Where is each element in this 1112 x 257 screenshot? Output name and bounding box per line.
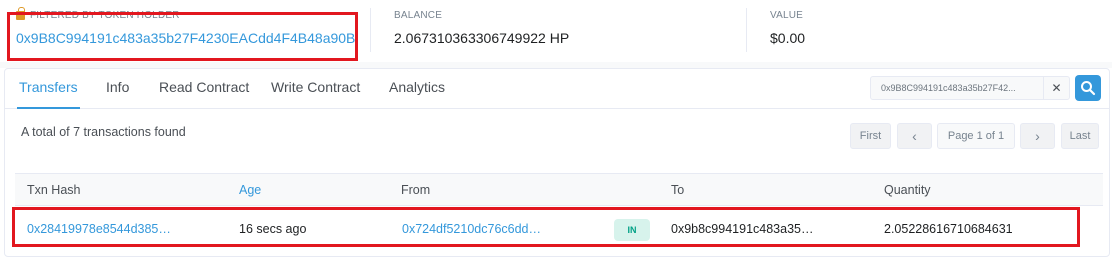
col-txn-hash: Txn Hash — [27, 183, 81, 197]
balance-section: BALANCE 2.067310363306749922 HP — [394, 8, 570, 47]
tab-bar: Transfers Info Read Contract Write Contr… — [5, 69, 1109, 109]
col-from: From — [401, 183, 431, 197]
prev-page-button[interactable]: ‹ — [897, 123, 932, 149]
clear-icon[interactable]: ✕ — [1043, 77, 1069, 99]
highlight-annotation-box — [7, 12, 358, 61]
tab-transfers[interactable]: Transfers — [17, 69, 80, 109]
search-button[interactable] — [1075, 75, 1101, 101]
col-to: To — [671, 183, 685, 197]
tab-write-contract[interactable]: Write Contract — [271, 69, 360, 109]
transactions-count-text: A total of 7 transactions found — [21, 125, 186, 139]
search-box: ✕ — [870, 76, 1070, 100]
balance-label: BALANCE — [394, 9, 443, 21]
value-section: VALUE $0.00 — [770, 8, 806, 47]
value-amount: $0.00 — [770, 30, 806, 46]
search-input[interactable] — [871, 77, 1041, 99]
tab-info[interactable]: Info — [106, 69, 129, 109]
divider — [746, 8, 747, 52]
page-indicator: Page 1 of 1 — [937, 123, 1015, 149]
first-page-button[interactable]: First — [850, 123, 891, 149]
col-age-toggle[interactable]: Age — [239, 183, 261, 197]
tab-analytics[interactable]: Analytics — [389, 69, 445, 109]
col-quantity: Quantity — [884, 183, 931, 197]
search-icon — [1081, 81, 1096, 96]
last-page-button[interactable]: Last — [1061, 123, 1099, 149]
balance-value: 2.067310363306749922 HP — [394, 30, 570, 46]
next-page-button[interactable]: › — [1020, 123, 1055, 149]
highlight-annotation-box — [12, 207, 1080, 247]
value-label: VALUE — [770, 9, 804, 21]
tab-read-contract[interactable]: Read Contract — [159, 69, 249, 109]
divider — [370, 8, 371, 52]
table-header: Txn Hash Age From To Quantity — [15, 173, 1103, 206]
